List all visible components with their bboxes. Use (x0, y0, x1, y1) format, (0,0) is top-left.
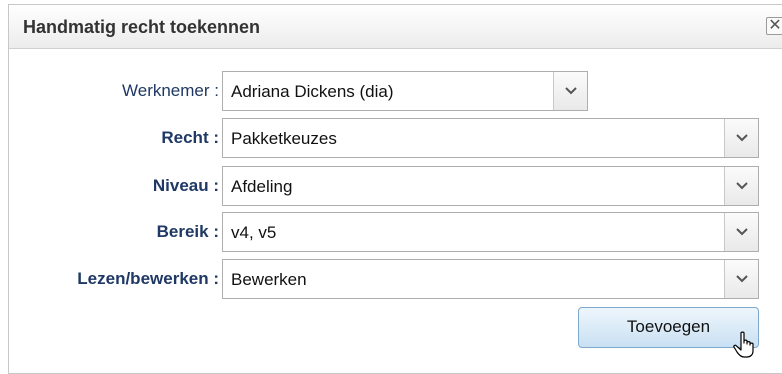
recht-select[interactable]: Pakketkeuzes (222, 118, 759, 158)
chevron-down-icon[interactable] (724, 260, 758, 298)
werknemer-label-box: Werknemer : (9, 71, 219, 111)
bereik-label-box: Bereik : (9, 212, 219, 252)
niveau-select[interactable]: Afdeling (222, 166, 759, 206)
lezen-bewerken-value: Bewerken (231, 270, 307, 289)
recht-label: Recht : (161, 128, 219, 147)
chevron-down-icon[interactable] (553, 72, 587, 110)
dialog-title: Handmatig recht toekennen (23, 17, 261, 37)
chevron-down-icon[interactable] (724, 213, 758, 251)
hand-pointer-icon (733, 331, 754, 358)
recht-label-box: Recht : (9, 118, 219, 158)
close-icon[interactable]: ✕ (766, 17, 782, 35)
niveau-value: Afdeling (231, 177, 293, 196)
bereik-label: Bereik : (156, 222, 219, 241)
lezen-bewerken-label: Lezen/bewerken : (77, 269, 219, 288)
dialog: Handmatig recht toekennen ✕ Werknemer : … (8, 4, 782, 374)
werknemer-value: Adriana Dickens (dia) (231, 82, 394, 101)
werknemer-select[interactable]: Adriana Dickens (dia) (222, 71, 588, 111)
bereik-select[interactable]: v4, v5 (222, 212, 759, 252)
dialog-titlebar: Handmatig recht toekennen ✕ (9, 5, 782, 49)
lezen-bewerken-label-box: Lezen/bewerken : (9, 259, 219, 299)
niveau-label-box: Niveau : (9, 166, 219, 206)
werknemer-label: Werknemer : (122, 81, 219, 100)
chevron-down-icon[interactable] (724, 167, 758, 205)
chevron-down-icon[interactable] (724, 119, 758, 157)
toevoegen-button[interactable]: Toevoegen (578, 307, 759, 348)
niveau-label: Niveau : (152, 176, 219, 195)
lezen-bewerken-select[interactable]: Bewerken (222, 259, 759, 299)
recht-value: Pakketkeuzes (231, 129, 337, 148)
bereik-value: v4, v5 (231, 223, 277, 242)
